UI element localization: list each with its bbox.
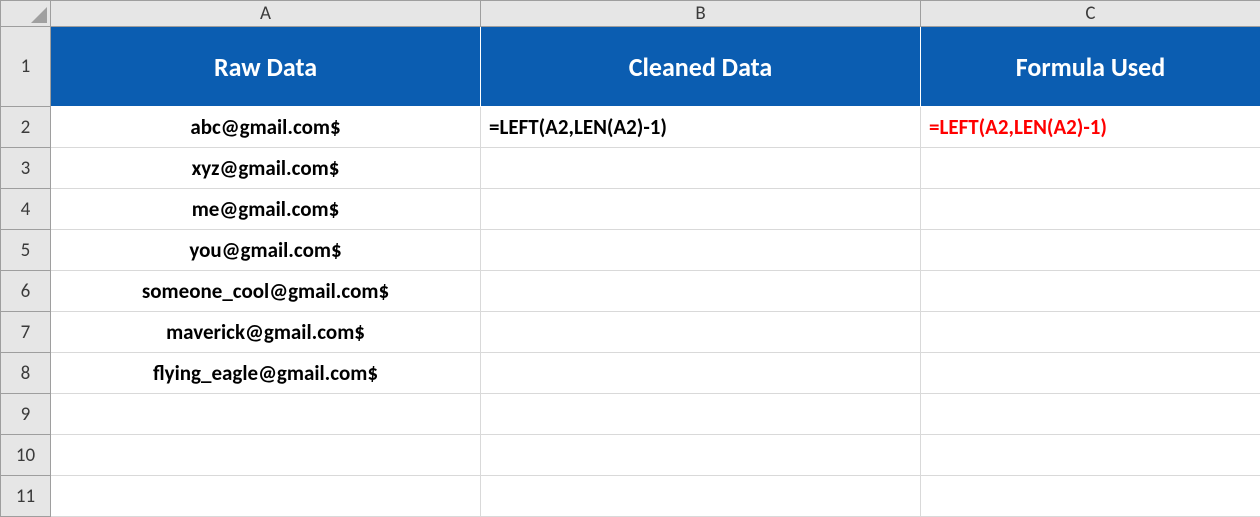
- row-header-1[interactable]: 1: [1, 27, 51, 107]
- cell-A9[interactable]: [51, 394, 481, 435]
- row-8: 8 flying_eagle@gmail.com$: [1, 353, 1260, 394]
- row-10: 10: [1, 435, 1260, 476]
- cell-B7[interactable]: [481, 312, 921, 353]
- cell-C10[interactable]: [921, 435, 1260, 476]
- cell-A2[interactable]: abc@gmail.com$: [51, 107, 481, 148]
- row-5: 5 you@gmail.com$: [1, 230, 1260, 271]
- row-3: 3 xyz@gmail.com$: [1, 148, 1260, 189]
- cell-B10[interactable]: [481, 435, 921, 476]
- cell-A5[interactable]: you@gmail.com$: [51, 230, 481, 271]
- cell-C11[interactable]: [921, 476, 1260, 517]
- spreadsheet-grid: A B C 1 Raw Data Cleaned Data Formula Us…: [0, 0, 1260, 517]
- row-2: 2 abc@gmail.com$ =LEFT(A2,LEN(A2)-1) =LE…: [1, 107, 1260, 148]
- select-all-corner[interactable]: [1, 1, 51, 27]
- cell-B5[interactable]: [481, 230, 921, 271]
- row-header-6[interactable]: 6: [1, 271, 51, 312]
- cell-A7[interactable]: maverick@gmail.com$: [51, 312, 481, 353]
- row-9: 9: [1, 394, 1260, 435]
- cell-B8[interactable]: [481, 353, 921, 394]
- row-4: 4 me@gmail.com$: [1, 189, 1260, 230]
- row-11: 11: [1, 476, 1260, 517]
- row-header-5[interactable]: 5: [1, 230, 51, 271]
- row-7: 7 maverick@gmail.com$: [1, 312, 1260, 353]
- cell-C5[interactable]: [921, 230, 1260, 271]
- cell-A6[interactable]: someone_cool@gmail.com$: [51, 271, 481, 312]
- cell-B1[interactable]: Cleaned Data: [481, 27, 921, 107]
- row-header-11[interactable]: 11: [1, 476, 51, 517]
- cell-B3[interactable]: [481, 148, 921, 189]
- cell-B6[interactable]: [481, 271, 921, 312]
- row-header-3[interactable]: 3: [1, 148, 51, 189]
- cell-B9[interactable]: [481, 394, 921, 435]
- cell-C9[interactable]: [921, 394, 1260, 435]
- cell-A1[interactable]: Raw Data: [51, 27, 481, 107]
- cell-B11[interactable]: [481, 476, 921, 517]
- cell-C8[interactable]: [921, 353, 1260, 394]
- cell-C3[interactable]: [921, 148, 1260, 189]
- row-header-4[interactable]: 4: [1, 189, 51, 230]
- cell-A8[interactable]: flying_eagle@gmail.com$: [51, 353, 481, 394]
- cell-C2[interactable]: =LEFT(A2,LEN(A2)-1): [921, 107, 1260, 148]
- cell-B2[interactable]: =LEFT(A2,LEN(A2)-1): [481, 107, 921, 148]
- row-header-9[interactable]: 9: [1, 394, 51, 435]
- row-1: 1 Raw Data Cleaned Data Formula Used: [1, 27, 1260, 107]
- col-header-A[interactable]: A: [51, 1, 481, 27]
- cell-C4[interactable]: [921, 189, 1260, 230]
- row-header-8[interactable]: 8: [1, 353, 51, 394]
- cell-A10[interactable]: [51, 435, 481, 476]
- cell-C7[interactable]: [921, 312, 1260, 353]
- cell-B4[interactable]: [481, 189, 921, 230]
- row-header-10[interactable]: 10: [1, 435, 51, 476]
- cell-A3[interactable]: xyz@gmail.com$: [51, 148, 481, 189]
- cell-C1[interactable]: Formula Used: [921, 27, 1260, 107]
- column-header-row: A B C: [1, 1, 1260, 27]
- cell-A4[interactable]: me@gmail.com$: [51, 189, 481, 230]
- row-6: 6 someone_cool@gmail.com$: [1, 271, 1260, 312]
- row-header-2[interactable]: 2: [1, 107, 51, 148]
- cell-A11[interactable]: [51, 476, 481, 517]
- cell-C6[interactable]: [921, 271, 1260, 312]
- col-header-C[interactable]: C: [921, 1, 1260, 27]
- row-header-7[interactable]: 7: [1, 312, 51, 353]
- col-header-B[interactable]: B: [481, 1, 921, 27]
